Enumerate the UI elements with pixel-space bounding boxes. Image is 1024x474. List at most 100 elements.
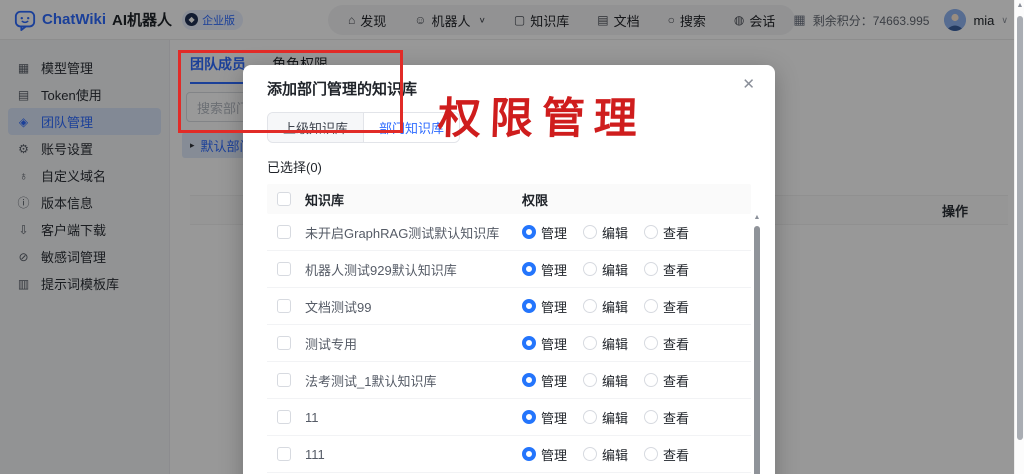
knowledge-source-tabs: 上级知识库 部门知识库 [267,112,460,143]
row-checkbox[interactable] [277,262,291,276]
page-scrollbar-thumb[interactable] [1017,16,1023,440]
row-checkbox[interactable] [277,410,291,424]
column-knowledge: 知识库 [305,190,344,209]
radio-manage-label: 管理 [541,260,567,279]
row-checkbox[interactable] [277,373,291,387]
radio-edit-label: 编辑 [602,408,628,427]
radio-edit-label: 编辑 [602,260,628,279]
knowledge-name: 法考测试_1默认知识库 [305,371,436,390]
radio-manage-icon[interactable] [522,299,536,313]
permission-radio-group: 管理 编辑 查看 [522,223,689,242]
radio-edit[interactable]: 编辑 [583,260,628,279]
radio-manage[interactable]: 管理 [522,260,567,279]
radio-edit-label: 编辑 [602,445,628,464]
app-root: ChatWiki AI机器人 ◆ 企业版 ⌂ 发现 ∨ ☺ 机器人 ∨ ▢ 知识… [0,0,1024,474]
radio-view-label: 查看 [663,297,689,316]
radio-edit-icon[interactable] [583,336,597,350]
table-row: 111 管理 编辑 查看 [267,436,751,473]
row-checkbox[interactable] [277,225,291,239]
selected-count: 已选择(0) [267,157,751,176]
radio-view[interactable]: 查看 [644,260,689,279]
radio-view-icon[interactable] [644,336,658,350]
knowledge-name: 测试专用 [305,334,357,353]
radio-view-icon[interactable] [644,447,658,461]
radio-manage[interactable]: 管理 [522,371,567,390]
row-checkbox[interactable] [277,299,291,313]
select-all-checkbox[interactable] [277,192,291,206]
radio-manage-label: 管理 [541,408,567,427]
radio-manage[interactable]: 管理 [522,408,567,427]
radio-view[interactable]: 查看 [644,408,689,427]
row-checkbox[interactable] [277,336,291,350]
radio-view-label: 查看 [663,408,689,427]
radio-manage-icon[interactable] [522,225,536,239]
table-row: 机器人测试929默认知识库 管理 编辑 查看 [267,251,751,288]
radio-edit[interactable]: 编辑 [583,223,628,242]
radio-edit-icon[interactable] [583,373,597,387]
scroll-up-icon[interactable]: ▲ [753,214,761,221]
radio-edit[interactable]: 编辑 [583,445,628,464]
radio-view-icon[interactable] [644,299,658,313]
radio-edit[interactable]: 编辑 [583,408,628,427]
table-scrollbar-thumb[interactable] [754,226,760,474]
radio-manage-label: 管理 [541,334,567,353]
radio-view[interactable]: 查看 [644,223,689,242]
knowledge-name: 未开启GraphRAG测试默认知识库 [305,223,499,242]
permission-radio-group: 管理 编辑 查看 [522,408,689,427]
radio-view-label: 查看 [663,223,689,242]
tab-department-knowledge[interactable]: 部门知识库 [363,113,459,142]
radio-view[interactable]: 查看 [644,445,689,464]
radio-edit-icon[interactable] [583,299,597,313]
knowledge-name: 文档测试99 [305,297,371,316]
permission-radio-group: 管理 编辑 查看 [522,445,689,464]
radio-view[interactable]: 查看 [644,334,689,353]
table-row: 法考测试_1默认知识库 管理 编辑 查看 [267,362,751,399]
radio-view-icon[interactable] [644,262,658,276]
radio-edit-label: 编辑 [602,371,628,390]
radio-manage-icon[interactable] [522,447,536,461]
table-header-row: 知识库 权限 [267,184,751,214]
close-icon[interactable]: ✕ [742,77,755,92]
radio-edit-icon[interactable] [583,262,597,276]
row-checkbox[interactable] [277,447,291,461]
radio-manage[interactable]: 管理 [522,445,567,464]
column-permission: 权限 [522,190,548,209]
tab-parent-knowledge[interactable]: 上级知识库 [268,113,363,142]
add-knowledge-modal: 添加部门管理的知识库 ✕ 上级知识库 部门知识库 已选择(0) 知识库 权限 未… [243,65,775,474]
permission-radio-group: 管理 编辑 查看 [522,297,689,316]
table-scrollbar[interactable]: ▲ [753,216,761,474]
table-body: 未开启GraphRAG测试默认知识库 管理 编辑 查看 机器人测试929默认知识… [267,214,751,474]
radio-view-icon[interactable] [644,410,658,424]
radio-edit[interactable]: 编辑 [583,371,628,390]
radio-manage-icon[interactable] [522,410,536,424]
permission-radio-group: 管理 编辑 查看 [522,371,689,390]
radio-view-icon[interactable] [644,225,658,239]
page-scrollbar[interactable]: ▲ [1014,0,1024,474]
radio-edit-icon[interactable] [583,225,597,239]
radio-manage[interactable]: 管理 [522,297,567,316]
radio-edit-label: 编辑 [602,334,628,353]
radio-manage[interactable]: 管理 [522,334,567,353]
radio-edit[interactable]: 编辑 [583,334,628,353]
radio-view[interactable]: 查看 [644,297,689,316]
radio-edit-icon[interactable] [583,447,597,461]
permission-radio-group: 管理 编辑 查看 [522,260,689,279]
table-row: 11 管理 编辑 查看 [267,399,751,436]
radio-manage[interactable]: 管理 [522,223,567,242]
knowledge-name: 11 [305,410,319,425]
radio-manage-icon[interactable] [522,336,536,350]
table-row: 未开启GraphRAG测试默认知识库 管理 编辑 查看 [267,214,751,251]
radio-manage-label: 管理 [541,445,567,464]
radio-view-icon[interactable] [644,373,658,387]
radio-view[interactable]: 查看 [644,371,689,390]
radio-manage-label: 管理 [541,371,567,390]
radio-edit-icon[interactable] [583,410,597,424]
radio-manage-icon[interactable] [522,373,536,387]
knowledge-name: 机器人测试929默认知识库 [305,260,457,279]
radio-edit[interactable]: 编辑 [583,297,628,316]
radio-manage-label: 管理 [541,297,567,316]
table-row: 文档测试99 管理 编辑 查看 [267,288,751,325]
permission-radio-group: 管理 编辑 查看 [522,334,689,353]
page-scroll-up-icon[interactable]: ▲ [1015,2,1024,9]
radio-manage-icon[interactable] [522,262,536,276]
